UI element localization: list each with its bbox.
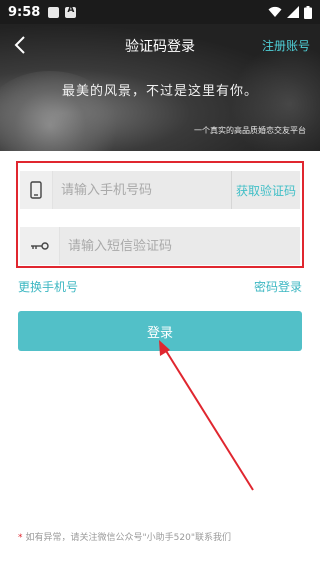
links-row: 更换手机号 密码登录 <box>18 278 302 294</box>
register-link[interactable]: 注册账号 <box>262 37 310 54</box>
notice-text: * 如有异常，请关注微信公众号"小助手520"联系我们 <box>18 530 231 543</box>
password-login-link[interactable]: 密码登录 <box>254 278 302 295</box>
wifi-icon <box>268 6 282 17</box>
code-field-row <box>20 227 300 265</box>
banner-slogan: 最美的风景，不过是这里有你。 <box>61 84 258 99</box>
gallery-icon <box>48 6 60 18</box>
phone-field-icon-wrap <box>20 171 53 209</box>
notice-message: 如有异常，请关注微信公众号"小助手520"联系我们 <box>25 533 231 543</box>
status-bar: 9:58 <box>0 0 320 24</box>
nav-bar: 验证码登录 注册账号 <box>0 24 320 66</box>
login-button[interactable]: 登录 <box>18 311 302 351</box>
banner-subslogan: 一个真实的高品质婚恋交友平台 <box>194 126 306 135</box>
notice-star: * <box>18 533 23 543</box>
login-form-highlight: 获取验证码 <box>16 161 304 268</box>
code-field-icon-wrap <box>20 227 60 265</box>
change-phone-link[interactable]: 更换手机号 <box>18 278 78 295</box>
status-indicators <box>268 5 312 19</box>
signal-icon <box>287 6 299 18</box>
phone-input[interactable] <box>52 171 231 209</box>
phone-icon <box>30 181 42 199</box>
battery-icon <box>304 5 312 19</box>
phone-field-row: 获取验证码 <box>20 171 300 209</box>
status-time: 9:58 <box>8 4 41 20</box>
sms-code-input[interactable] <box>60 227 300 265</box>
get-code-button[interactable]: 获取验证码 <box>230 171 300 209</box>
text-a-icon <box>65 5 77 18</box>
key-icon <box>30 242 49 250</box>
header-banner: 验证码登录 注册账号 最美的风景，不过是这里有你。 一个真实的高品质婚恋交友平台 <box>0 24 320 151</box>
